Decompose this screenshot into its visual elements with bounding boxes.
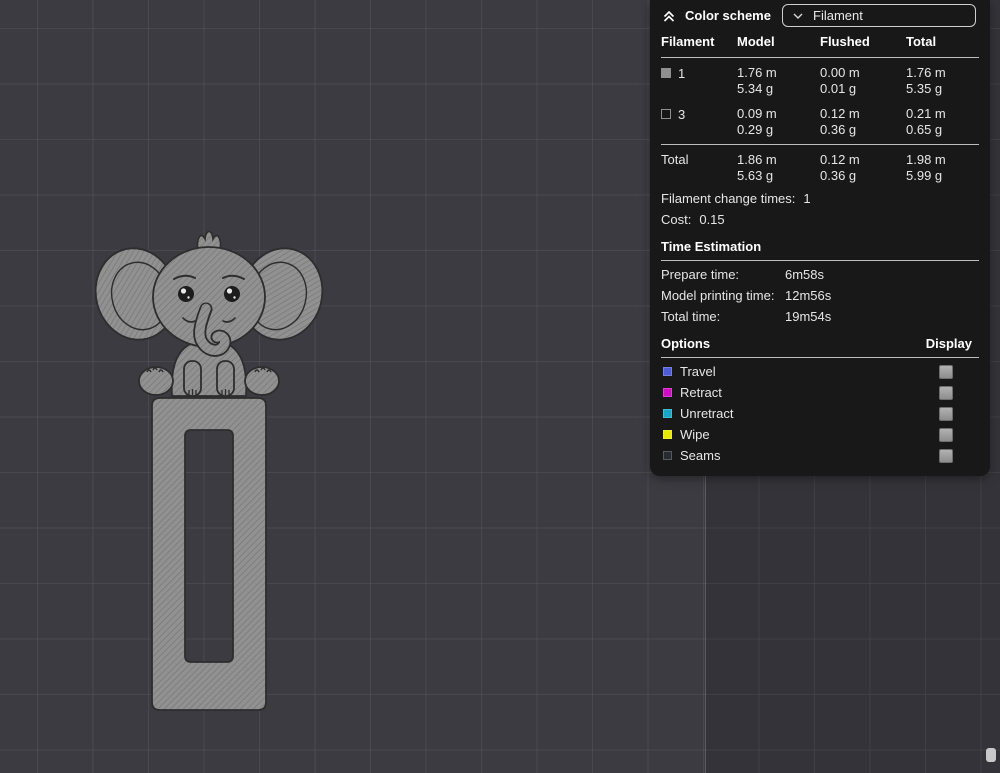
total-time-row: Total time: 19m54s	[650, 306, 990, 327]
bookmark-frame	[151, 397, 267, 711]
unretract-color-swatch	[663, 409, 672, 418]
stat-value: 0.15	[699, 212, 725, 227]
option-row-wipe: Wipe	[650, 424, 990, 445]
flushed-length: 0.00 m	[820, 65, 860, 80]
divider	[661, 144, 979, 145]
option-row-unretract: Unretract	[650, 403, 990, 424]
total-weight-total: 5.99 g	[906, 168, 943, 183]
total-length: 1.76 m	[906, 65, 946, 80]
filament-3-id: 3	[678, 107, 686, 122]
time-value: 19m54s	[785, 309, 832, 324]
cost: Cost: 0.15	[650, 209, 990, 230]
option-row-seams: Seams	[650, 445, 990, 466]
time-label: Model printing time:	[661, 288, 775, 303]
time-value: 6m58s	[785, 267, 825, 282]
filament-1-id: 1	[678, 66, 686, 81]
model-weight: 0.29 g	[737, 122, 774, 137]
panel-header: Color scheme Filament	[650, 0, 990, 31]
panel-title: Color scheme	[685, 8, 771, 23]
chevron-double-up-icon	[663, 10, 675, 22]
model-length-total: 1.86 m	[737, 152, 777, 167]
option-label: Unretract	[680, 406, 734, 421]
filament-1-color-swatch	[661, 68, 671, 78]
stat-value: 1	[803, 191, 811, 206]
dropdown-value: Filament	[813, 8, 863, 23]
chevron-down-icon	[793, 13, 803, 19]
options-list: Travel Retract Unretract Wipe Seams	[650, 358, 990, 466]
option-row-travel: Travel	[650, 361, 990, 382]
time-estimation-title: Time Estimation	[661, 239, 762, 254]
col-filament: Filament	[661, 34, 715, 49]
flushed-weight-total: 0.36 g	[820, 168, 857, 183]
option-label: Seams	[680, 448, 721, 463]
flushed-weight: 0.01 g	[820, 81, 857, 96]
options-title: Options	[661, 336, 711, 351]
option-row-retract: Retract	[650, 382, 990, 403]
model-length: 1.76 m	[737, 65, 777, 80]
travel-display-checkbox[interactable]	[939, 364, 953, 379]
wipe-color-swatch	[663, 430, 672, 439]
flushed-length: 0.12 m	[820, 106, 860, 121]
travel-color-swatch	[663, 367, 672, 376]
time-value: 12m56s	[785, 288, 832, 303]
model-weight: 5.34 g	[737, 81, 774, 96]
filament-3-color-swatch	[661, 109, 671, 119]
total-length: 0.21 m	[906, 106, 946, 121]
display-column-title: Display	[925, 336, 972, 351]
total-weight: 5.35 g	[906, 81, 943, 96]
prepare-time-row: Prepare time: 6m58s	[650, 261, 990, 285]
stat-label: Filament change times:	[661, 191, 796, 206]
wipe-display-checkbox[interactable]	[939, 427, 953, 442]
filament-change-times: Filament change times: 1	[650, 188, 990, 209]
time-label: Total time:	[661, 309, 721, 324]
filament-table: Filament Model Flushed Total 1 1.76 m 5.…	[650, 31, 990, 188]
retract-display-checkbox[interactable]	[939, 385, 953, 400]
col-flushed: Flushed	[820, 34, 870, 49]
total-row-label: Total	[661, 152, 689, 167]
unretract-display-checkbox[interactable]	[939, 406, 953, 421]
seams-color-swatch	[663, 451, 672, 460]
col-total: Total	[906, 34, 937, 49]
filament-table-header: Filament Model Flushed Total	[661, 31, 979, 55]
model-elephant-bookmark[interactable]	[95, 224, 325, 716]
total-row: Total 1.86 m 5.63 g 0.12 m 0.36 g 1.98 m…	[661, 147, 979, 188]
flushed-length-total: 0.12 m	[820, 152, 860, 167]
total-length-total: 1.98 m	[906, 152, 946, 167]
time-label: Prepare time:	[661, 267, 740, 282]
filament-row-1: 1 1.76 m 5.34 g 0.00 m 0.01 g 1.76 m 5.3…	[661, 60, 979, 101]
divider	[661, 57, 979, 58]
model-weight-total: 5.63 g	[737, 168, 774, 183]
total-weight: 0.65 g	[906, 122, 943, 137]
option-label: Travel	[680, 364, 716, 379]
options-header: Options Display	[650, 327, 990, 356]
stat-label: Cost:	[661, 212, 692, 227]
flushed-weight: 0.36 g	[820, 122, 857, 137]
option-label: Wipe	[680, 427, 710, 442]
model-length: 0.09 m	[737, 106, 777, 121]
retract-color-swatch	[663, 388, 672, 397]
collapse-panel-button[interactable]	[661, 8, 677, 24]
elephant-head	[152, 246, 266, 348]
scrollbar-corner-handle[interactable]	[986, 748, 996, 762]
color-scheme-dropdown[interactable]: Filament	[782, 4, 976, 27]
model-printing-time-row: Model printing time: 12m56s	[650, 285, 990, 306]
col-model: Model	[737, 34, 775, 49]
seams-display-checkbox[interactable]	[939, 448, 953, 463]
filament-row-3: 3 0.09 m 0.29 g 0.12 m 0.36 g 0.21 m 0.6…	[661, 101, 979, 142]
option-label: Retract	[680, 385, 722, 400]
color-scheme-panel: Color scheme Filament Filament Model Flu…	[650, 0, 990, 476]
